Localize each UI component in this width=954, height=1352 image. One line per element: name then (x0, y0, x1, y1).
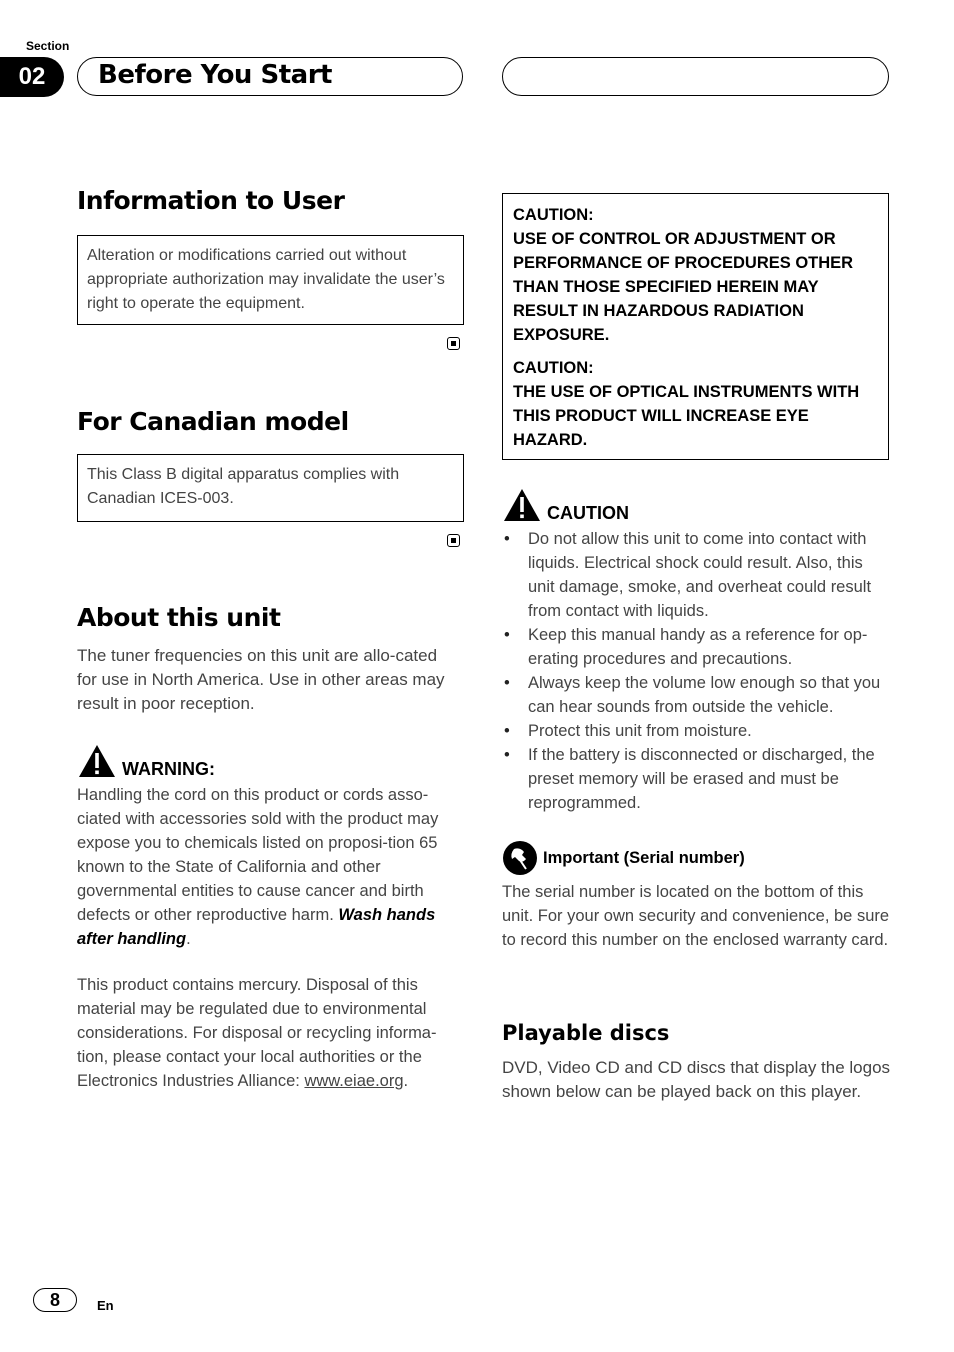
laser-caution-box: CAUTION: USE OF CONTROL OR ADJUSTMENT OR … (502, 193, 889, 460)
canadian-model-text: This Class B digital apparatus complies … (87, 466, 400, 507)
list-item: Do not allow this unit to come into cont… (502, 527, 892, 623)
caution-box-text-1: USE OF CONTROL OR ADJUSTMENT OR PERFORMA… (513, 230, 854, 344)
section-title: Before You Start (98, 60, 332, 90)
section-label: Section (26, 39, 70, 53)
header-blank-frame (502, 57, 889, 96)
canadian-model-heading: For Canadian model (77, 407, 349, 436)
section-number-badge: 02 (0, 57, 64, 97)
warning-header: WARNING: (78, 744, 215, 779)
caution-list: Do not allow this unit to come into cont… (502, 527, 892, 815)
about-unit-heading: About this unit (77, 603, 281, 632)
important-label: Important (Serial number) (543, 848, 745, 867)
playable-discs-body: DVD, Video CD and CD discs that display … (502, 1058, 891, 1101)
info-to-user-notice: Alteration or modifications carried out … (77, 235, 464, 325)
list-item: Always keep the volume low enough so tha… (502, 671, 892, 719)
caution-label: CAUTION (547, 503, 629, 523)
mercury-end: . (403, 1072, 409, 1090)
list-item: If the battery is disconnected or discha… (502, 743, 892, 815)
warning-label: WARNING: (122, 759, 215, 779)
warning-text: Handling the cord on this product or cor… (77, 786, 439, 924)
warning-body: Handling the cord on this product or cor… (77, 783, 462, 951)
language-label: En (97, 1298, 114, 1313)
info-to-user-heading: Information to User (77, 186, 345, 215)
eiae-link[interactable]: www.eiae.org (304, 1072, 403, 1090)
caution-box-label-2: CAUTION: (513, 359, 594, 377)
pushpin-icon (503, 841, 537, 875)
important-header: Important (Serial number) (503, 841, 745, 875)
about-unit-body: The tuner frequencies on this unit are a… (77, 646, 445, 713)
info-to-user-text: Alteration or modifications carried out … (87, 247, 445, 312)
warning-end: . (186, 930, 191, 948)
warning-triangle-icon (79, 745, 115, 777)
list-item: Keep this manual handy as a reference fo… (502, 623, 892, 671)
important-body: The serial number is located on the bott… (502, 883, 890, 949)
caution-triangle-icon (504, 489, 540, 521)
list-item: Protect this unit from moisture. (502, 719, 892, 743)
caution-box-label-1: CAUTION: (513, 206, 594, 224)
end-mark-icon (447, 534, 460, 547)
caution-header: CAUTION (503, 488, 629, 523)
end-mark-icon (447, 337, 460, 350)
page-number: 8 (33, 1288, 77, 1312)
caution-box-text-2: THE USE OF OPTICAL INSTRUMENTS WITH THIS… (513, 383, 860, 449)
playable-discs-heading: Playable discs (502, 1021, 670, 1045)
mercury-notice: This product contains mercury. Disposal … (77, 973, 462, 1093)
canadian-model-notice: This Class B digital apparatus complies … (77, 454, 464, 522)
